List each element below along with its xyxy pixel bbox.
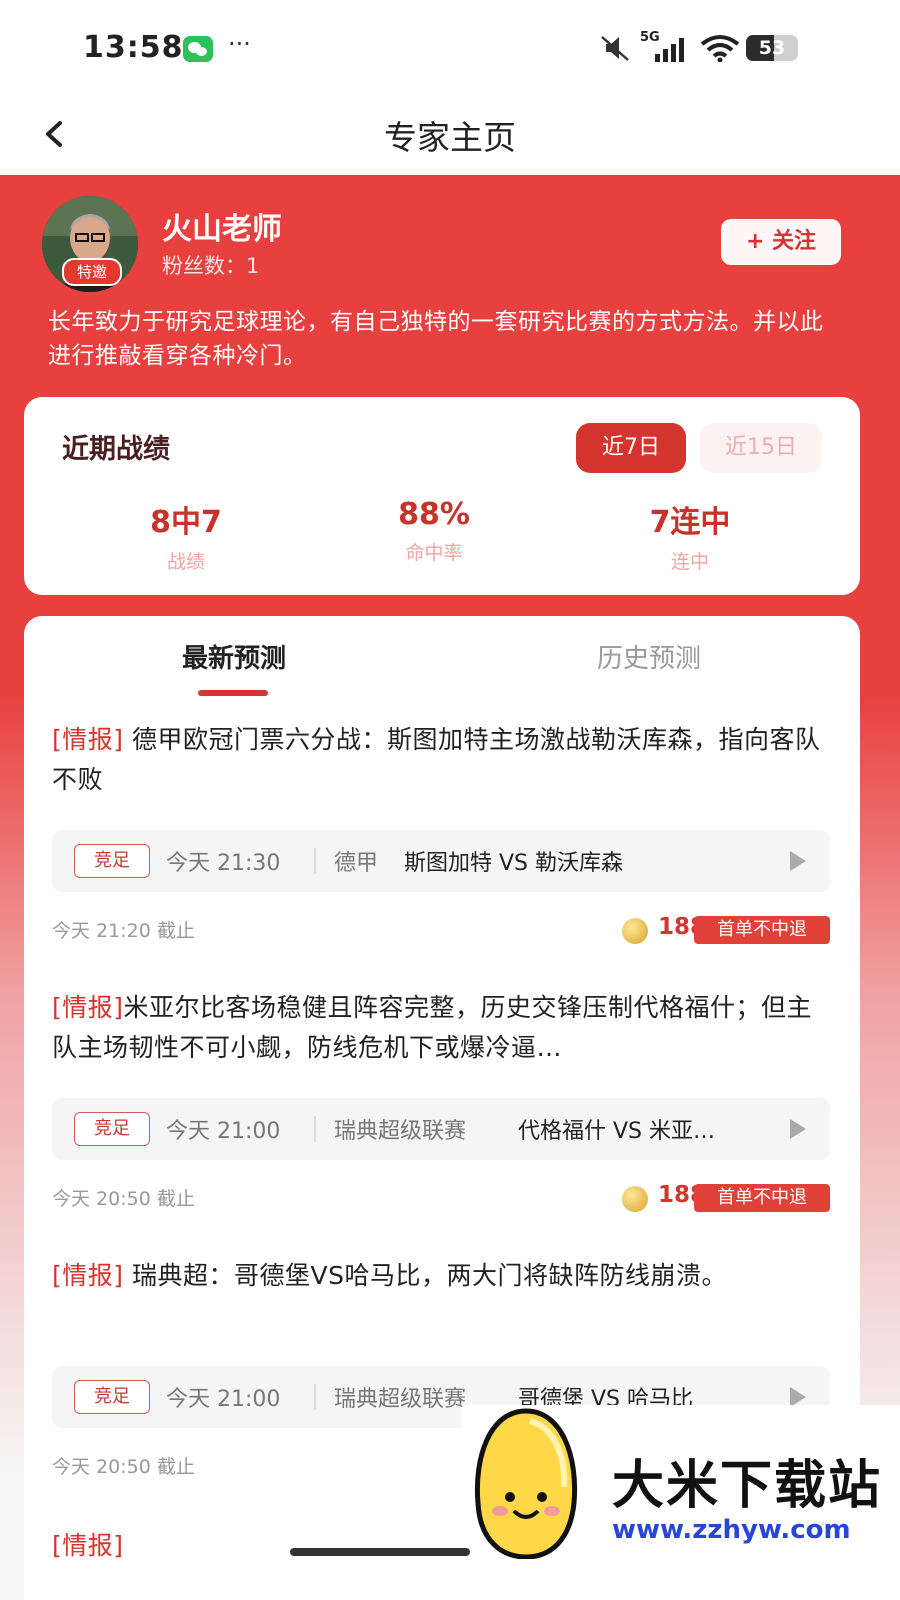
match-time: 今天 21:00 xyxy=(166,1387,281,1412)
recent-record-card: 近期战绩 近7日 近15日 8中7 战绩 88% 命中率 7连中 连中 xyxy=(24,397,860,595)
prediction-title[interactable]: [情报] 瑞典超：哥德堡VS哈马比，两大门将缺阵防线崩溃。 xyxy=(52,1256,832,1296)
intel-tag: [情报] xyxy=(52,725,124,754)
deadline-text: 今天 20:50 截止 xyxy=(52,1456,195,1478)
intel-tag: [情报] xyxy=(52,1531,124,1560)
expert-intro: 长年致力于研究足球理论，有自己独特的一套研究比赛的方式方法。并以此进行推敲看穿各… xyxy=(48,309,824,369)
stat-value: 88% xyxy=(398,497,470,532)
prediction-title[interactable]: [情报]米亚尔比客场稳健且阵容完整，历史交锋压制代格福什；但主队主场韧性不可小觑… xyxy=(52,988,832,1068)
nav-bar: 专家主页 xyxy=(0,95,900,175)
coin-icon xyxy=(622,1186,648,1212)
tab-15-days[interactable]: 近15日 xyxy=(700,423,822,473)
match-time: 今天 21:00 xyxy=(166,1119,281,1144)
stat-streak: 7连中 连中 xyxy=(570,497,810,574)
prediction-item[interactable]: [情报] 德甲欧冠门票六分战：斯图加特主场激战勒沃库森，指向客队不败 竞足 今天… xyxy=(52,720,832,944)
play-arrow-icon[interactable] xyxy=(790,1387,806,1407)
league-name: 德甲 xyxy=(334,851,379,876)
invited-badge: 特邀 xyxy=(62,258,122,286)
stat-hit-rate: 88% 命中率 xyxy=(314,497,554,565)
tab-7-days[interactable]: 近7日 xyxy=(576,423,686,473)
stat-value: 8中7 xyxy=(150,505,222,540)
watermark: 大米下载站 www.zzhyw.com xyxy=(462,1405,900,1600)
deadline-text: 今天 21:20 截止 xyxy=(52,920,195,942)
match-time: 今天 21:30 xyxy=(166,851,281,876)
stat-value: 7连中 xyxy=(649,505,731,540)
watermark-url: www.zzhyw.com xyxy=(612,1515,851,1545)
tab-history-predictions[interactable]: 历史预测 xyxy=(569,638,729,675)
stat-label: 命中率 xyxy=(405,542,463,564)
match-row[interactable]: 竞足 今天 21:30 德甲 斯图加特 VS 勒沃库森 xyxy=(52,830,830,892)
match-type-tag: 竞足 xyxy=(74,1380,150,1414)
match-type-tag: 竞足 xyxy=(74,1112,150,1146)
deadline-text: 今天 20:50 截止 xyxy=(52,1188,195,1210)
prediction-title[interactable]: [情报] 德甲欧冠门票六分战：斯图加特主场激战勒沃库森，指向客队不败 xyxy=(52,720,832,800)
page-title: 专家主页 xyxy=(384,118,516,157)
intel-tag: [情报] xyxy=(52,993,124,1022)
separator xyxy=(314,1384,316,1410)
fans-count: 粉丝数：1 xyxy=(162,254,260,278)
watermark-title: 大米下载站 xyxy=(612,1456,883,1516)
expert-name: 火山老师 xyxy=(162,212,282,247)
home-indicator xyxy=(290,1548,470,1556)
separator xyxy=(314,1116,316,1142)
stat-label: 连中 xyxy=(670,551,709,573)
match-type-tag: 竞足 xyxy=(74,844,150,878)
wifi-icon xyxy=(700,35,740,62)
active-tab-indicator xyxy=(198,690,268,696)
battery-icon: 53 xyxy=(746,35,798,61)
signal-icon xyxy=(655,38,684,62)
match-teams: 斯图加特 VS 勒沃库森 xyxy=(404,851,624,876)
play-arrow-icon[interactable] xyxy=(790,1119,806,1139)
league-name: 瑞典超级联赛 xyxy=(334,1387,467,1412)
prediction-text: 米亚尔比客场稳健且阵容完整，历史交锋压制代格福什；但主队主场韧性不可小觑，防线危… xyxy=(52,993,813,1062)
intel-tag: [情报] xyxy=(52,1261,124,1290)
tab-latest-predictions[interactable]: 最新预测 xyxy=(154,638,314,675)
league-name: 瑞典超级联赛 xyxy=(334,1119,467,1144)
mute-icon xyxy=(601,36,629,61)
more-dots-icon: ··· xyxy=(228,30,251,58)
prediction-text: 德甲欧冠门票六分战：斯图加特主场激战勒沃库森，指向客队不败 xyxy=(52,725,821,794)
prediction-text: 瑞典超：哥德堡VS哈马比，两大门将缺阵防线崩溃。 xyxy=(131,1261,727,1290)
prediction-item[interactable]: [情报]米亚尔比客场稳健且阵容完整，历史交锋压制代格福什；但主队主场韧性不可小觑… xyxy=(52,988,832,1212)
mascot-logo xyxy=(474,1408,578,1559)
follow-button[interactable]: + 关注 xyxy=(721,219,841,265)
stat-record: 8中7 战绩 xyxy=(66,497,306,574)
play-arrow-icon[interactable] xyxy=(790,851,806,871)
record-title: 近期战绩 xyxy=(62,434,170,465)
separator xyxy=(314,848,316,874)
refund-badge: 首单不中退 xyxy=(694,916,830,944)
coin-icon xyxy=(622,918,648,944)
status-time: 13:58 xyxy=(83,30,184,65)
stat-label: 战绩 xyxy=(166,551,205,573)
status-bar: 13:58 ··· 5G 53 xyxy=(0,0,900,95)
match-row[interactable]: 竞足 今天 21:00 瑞典超级联赛 代格福什 VS 米亚… xyxy=(52,1098,830,1160)
match-teams: 代格福什 VS 米亚… xyxy=(518,1119,716,1144)
battery-level-text: 53 xyxy=(758,37,786,59)
wechat-icon xyxy=(183,36,213,62)
refund-badge: 首单不中退 xyxy=(694,1184,830,1212)
